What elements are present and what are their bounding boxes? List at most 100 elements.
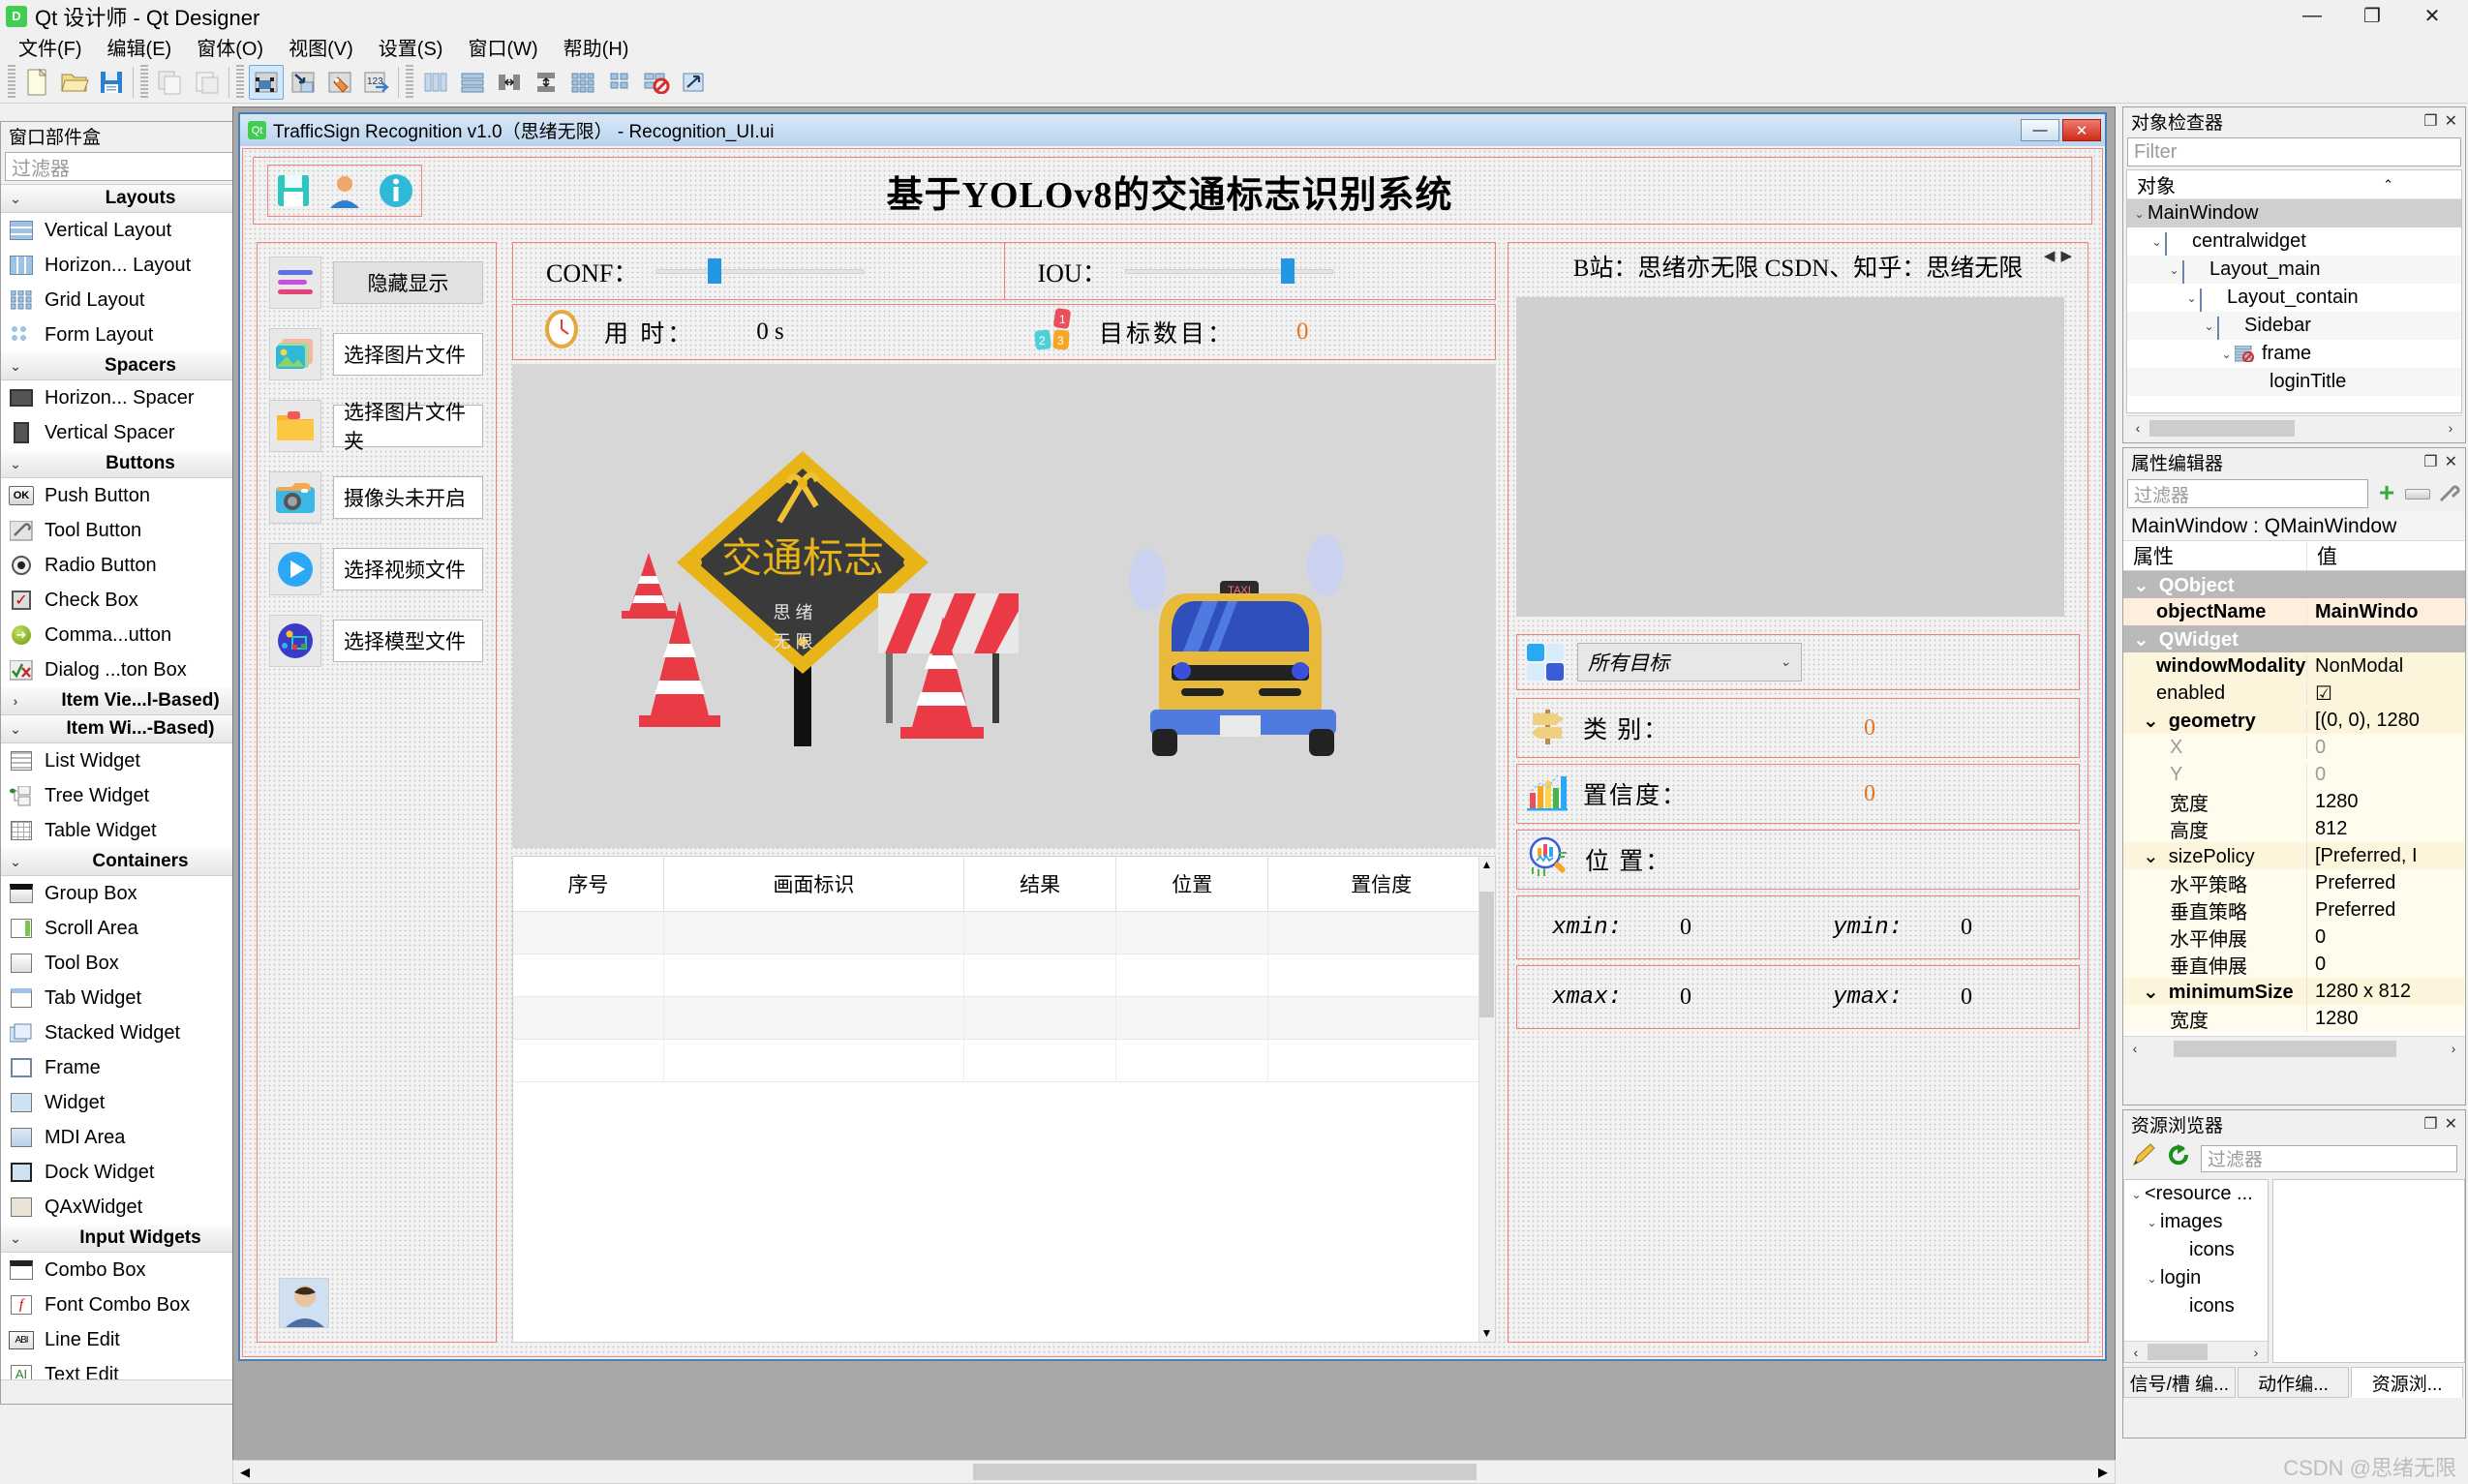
select-video-file-button[interactable]: 选择视频文件: [333, 548, 483, 591]
table-scroll-thumb[interactable]: [1479, 892, 1494, 1017]
form-minimize-button[interactable]: —: [2021, 119, 2059, 141]
property-value[interactable]: 0: [2307, 954, 2465, 976]
tab-resource-browser[interactable]: 资源浏...: [2351, 1367, 2464, 1398]
object-row-mainwindow[interactable]: ⌄ MainWindow: [2127, 199, 2461, 227]
scroll-right-icon[interactable]: ›: [2244, 1345, 2268, 1360]
copy-icon[interactable]: [153, 65, 188, 100]
property-editor-close-button[interactable]: ✕: [2445, 452, 2457, 471]
edit-widgets-icon[interactable]: [249, 64, 284, 100]
hscroll-thumb[interactable]: [2174, 1040, 2396, 1057]
layout-form-icon[interactable]: [602, 65, 637, 100]
iou-slider-handle[interactable]: [1280, 258, 1295, 284]
nav-arrows[interactable]: ◀▶: [2044, 247, 2078, 264]
add-property-icon[interactable]: +: [2374, 479, 2399, 506]
table-scrollbar[interactable]: ▲ ▼: [1478, 857, 1495, 1342]
scroll-down-icon[interactable]: ▼: [1479, 1325, 1494, 1342]
object-tree[interactable]: 对象 ⌃ ⌄ MainWindow ⌄ centralwidget ⌄ Layo…: [2126, 169, 2462, 413]
object-tree-hscrollbar[interactable]: ‹ ›: [2126, 415, 2462, 439]
camera-icon[interactable]: [269, 471, 321, 524]
property-value[interactable]: 1280 x 812: [2307, 981, 2465, 1003]
object-row-centralwidget[interactable]: ⌄ centralwidget: [2127, 227, 2461, 256]
property-row-hstretch[interactable]: 水平伸展 0: [2123, 923, 2465, 952]
property-row-x[interactable]: X 0: [2123, 734, 2465, 761]
form-close-button[interactable]: ✕: [2062, 119, 2101, 141]
resource-row-images[interactable]: ⌄ images: [2124, 1208, 2268, 1236]
property-row-vpolicy[interactable]: 垂直策略 Preferred: [2123, 895, 2465, 924]
scroll-left-icon[interactable]: ‹: [2126, 420, 2149, 436]
resource-filter-input[interactable]: 过滤器: [2201, 1144, 2457, 1172]
scroll-left-icon[interactable]: ‹: [2123, 1041, 2147, 1056]
property-value[interactable]: [Preferred, I: [2307, 845, 2465, 867]
property-row-height[interactable]: 高度 812: [2123, 814, 2465, 843]
widget-box-filter-input[interactable]: 过滤器: [5, 152, 270, 181]
chevron-down-icon[interactable]: ⌄: [2166, 263, 2182, 277]
scroll-left-icon[interactable]: ◀: [233, 1465, 257, 1480]
results-table[interactable]: 序号 画面标识 结果 位置 置信度 ▲ ▼: [512, 856, 1496, 1343]
property-row-enabled[interactable]: enabled ☑: [2123, 680, 2465, 707]
edit-signals-icon[interactable]: [286, 65, 320, 100]
property-row-objectname[interactable]: objectName MainWindo: [2123, 598, 2465, 625]
toggle-display-button[interactable]: 隐藏显示: [333, 261, 483, 304]
property-group-qobject[interactable]: ⌄ QObject: [2123, 571, 2465, 598]
property-row-hpolicy[interactable]: 水平策略 Preferred: [2123, 868, 2465, 897]
resource-row-images-icons[interactable]: icons: [2124, 1236, 2268, 1264]
object-row-layout-main[interactable]: ⌄ Layout_main: [2127, 256, 2461, 284]
resource-tree-hscrollbar[interactable]: ‹ ›: [2124, 1341, 2268, 1362]
property-value[interactable]: NonModal: [2307, 655, 2465, 678]
table-row[interactable]: [513, 954, 1495, 997]
menu-help[interactable]: 帮助(H): [551, 30, 642, 64]
select-model-file-button[interactable]: 选择模型文件: [333, 620, 483, 662]
property-row-y[interactable]: Y 0: [2123, 761, 2465, 788]
new-file-icon[interactable]: [20, 65, 55, 100]
menu-file[interactable]: 文件(F): [6, 30, 95, 64]
conf-slider-handle[interactable]: [708, 258, 722, 284]
property-value[interactable]: 1280: [2307, 1008, 2465, 1030]
resource-preview[interactable]: [2272, 1179, 2465, 1363]
object-row-layout-contain[interactable]: ⌄ Layout_contain: [2127, 284, 2461, 312]
scroll-left-icon[interactable]: ‹: [2124, 1345, 2148, 1360]
user-avatar[interactable]: [279, 1278, 329, 1328]
property-value[interactable]: 0: [2307, 926, 2465, 949]
object-row-logintitle[interactable]: loginTitle: [2127, 368, 2461, 396]
toolbar-grip-4[interactable]: [406, 64, 413, 100]
hscroll-thumb[interactable]: [2149, 419, 2295, 437]
object-inspector-float-button[interactable]: ❐: [2423, 111, 2437, 131]
configure-icon[interactable]: [2436, 481, 2461, 506]
break-layout-icon[interactable]: [639, 65, 674, 100]
table-row[interactable]: [513, 911, 1495, 954]
property-group-qwidget[interactable]: ⌄ QWidget: [2123, 625, 2465, 652]
picture-file-icon[interactable]: [269, 328, 321, 380]
save-icon[interactable]: [94, 65, 129, 100]
property-value[interactable]: MainWindo: [2307, 601, 2465, 623]
edit-buddies-icon[interactable]: [322, 65, 357, 100]
chevron-down-icon[interactable]: ⌄: [2143, 846, 2159, 867]
object-tree-header[interactable]: 对象 ⌃: [2127, 170, 2461, 199]
target-select[interactable]: 所有目标 ⌄: [1577, 643, 1802, 681]
enabled-checkbox[interactable]: ☑: [2307, 681, 2465, 706]
property-row-minwidth[interactable]: 宽度 1280: [2123, 1004, 2465, 1033]
object-row-sidebar[interactable]: ⌄ Sidebar: [2127, 312, 2461, 340]
menu-view[interactable]: 视图(V): [276, 30, 366, 64]
scroll-right-icon[interactable]: ›: [2439, 420, 2462, 436]
detection-preview[interactable]: [1516, 297, 2064, 617]
menu-edit[interactable]: 编辑(E): [95, 30, 185, 64]
property-value[interactable]: [(0, 0), 1280: [2307, 710, 2465, 732]
property-row-windowmodality[interactable]: windowModality NonModal: [2123, 652, 2465, 680]
select-image-folder-button[interactable]: 选择图片文件夹: [333, 402, 483, 453]
property-value[interactable]: 0: [2307, 764, 2465, 786]
remove-property-icon[interactable]: [2405, 488, 2430, 500]
resource-browser-float-button[interactable]: ❐: [2423, 1114, 2437, 1134]
close-button[interactable]: ✕: [2402, 0, 2462, 32]
conf-slider[interactable]: [655, 258, 865, 284]
hscroll-track[interactable]: [2148, 1344, 2244, 1360]
hscroll-track[interactable]: [2147, 1040, 2442, 1057]
tab-signal-slot-editor[interactable]: 信号/槽 编...: [2123, 1367, 2236, 1398]
nav-prev-icon[interactable]: ◀: [2044, 248, 2061, 264]
toolbar-grip-3[interactable]: [236, 64, 244, 100]
layout-splitter-h-icon[interactable]: [492, 65, 527, 100]
layout-horizontal-icon[interactable]: [418, 65, 453, 100]
edit-tab-order-icon[interactable]: 123: [359, 65, 394, 100]
chevron-down-icon[interactable]: ⌄: [2201, 319, 2217, 333]
minimize-button[interactable]: —: [2282, 0, 2342, 32]
menu-window[interactable]: 窗口(W): [455, 30, 550, 64]
